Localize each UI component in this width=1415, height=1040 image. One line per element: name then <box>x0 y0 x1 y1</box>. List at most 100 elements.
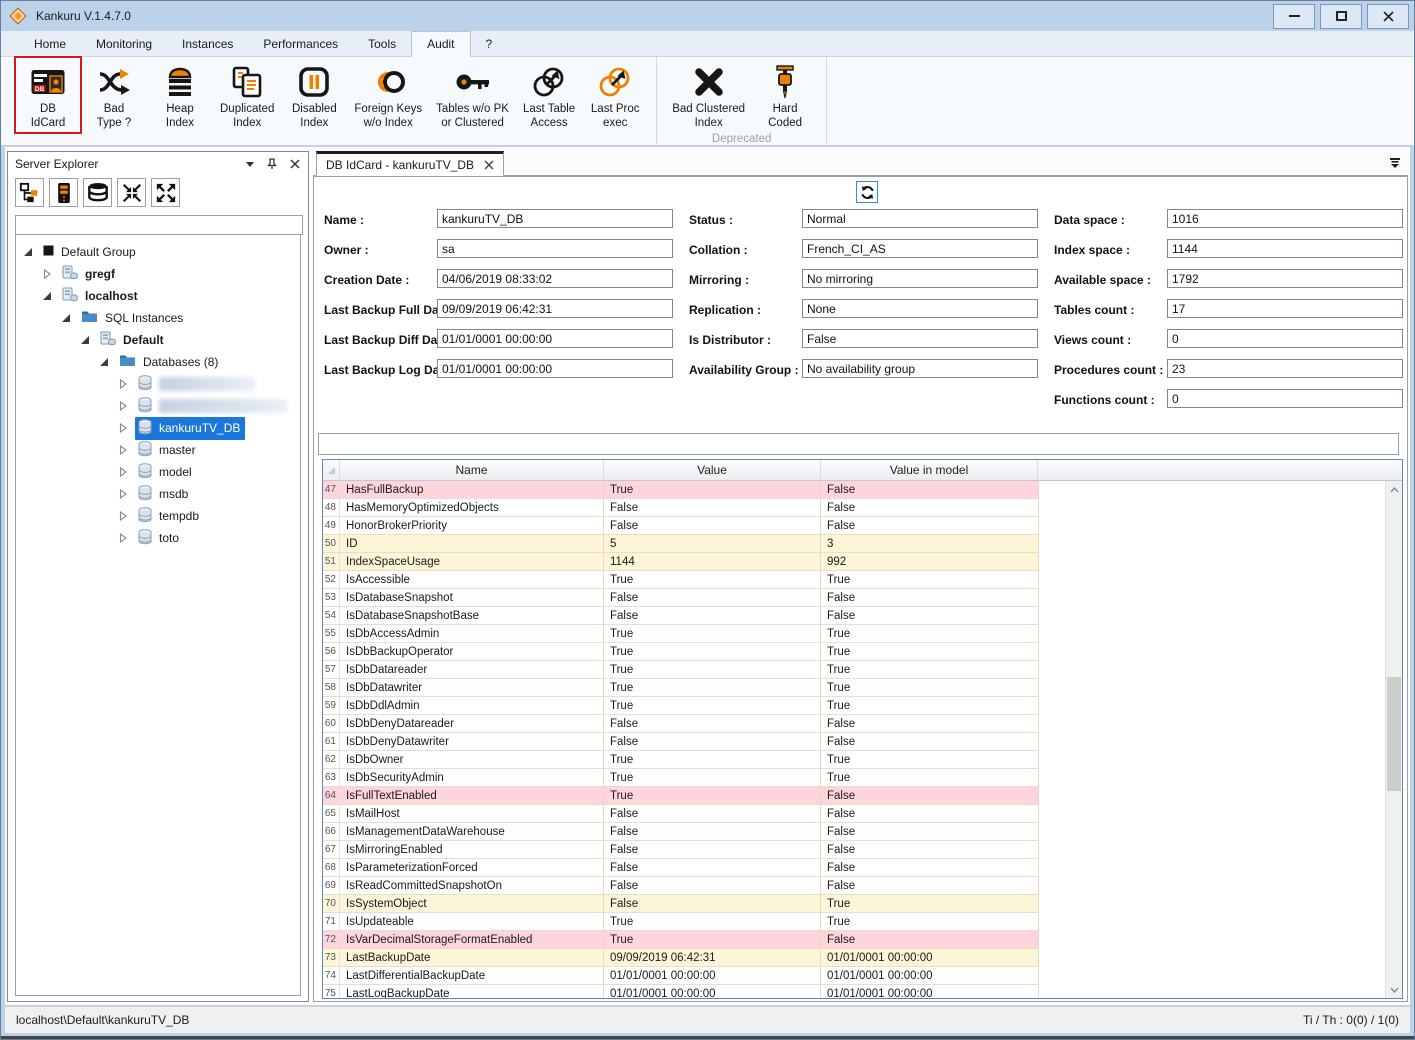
expand-all-button[interactable] <box>151 178 180 207</box>
table-row[interactable]: 49 HonorBrokerPriority False False <box>323 517 1039 535</box>
ribbon-tab-audit[interactable]: Audit <box>411 31 471 57</box>
tool-last-table-access[interactable]: Last Table Access <box>516 57 582 133</box>
grid-filter-input[interactable] <box>318 433 1399 455</box>
tree-item-toto[interactable]: toto <box>16 527 300 549</box>
close-tab-icon[interactable] <box>484 159 494 170</box>
tab-list-dropdown-icon[interactable] <box>1389 158 1401 169</box>
table-row[interactable]: 66 IsManagementDataWarehouse False False <box>323 823 1039 841</box>
index-space-field[interactable] <box>1167 239 1403 258</box>
ribbon-tab-instances[interactable]: Instances <box>167 32 248 56</box>
collapse-all-button[interactable] <box>117 178 146 207</box>
collapsed-expander-icon[interactable] <box>117 423 128 434</box>
collation-field[interactable] <box>802 239 1038 258</box>
maximize-button[interactable] <box>1320 3 1362 29</box>
table-row[interactable]: 65 IsMailHost False False <box>323 805 1039 823</box>
table-row[interactable]: 67 IsMirroringEnabled False False <box>323 841 1039 859</box>
availability-group-field[interactable] <box>802 359 1038 378</box>
tree-item-master[interactable]: master <box>16 439 300 461</box>
close-panel-icon[interactable] <box>290 159 300 169</box>
tool-disabled-index[interactable]: Disabled Index <box>281 57 347 133</box>
table-row[interactable]: 52 IsAccessible True True <box>323 571 1039 589</box>
table-row[interactable]: 59 IsDbDdlAdmin True True <box>323 697 1039 715</box>
column-header-value[interactable]: Value <box>604 460 821 480</box>
grid-vertical-scrollbar[interactable] <box>1385 481 1402 998</box>
collapsed-expander-icon[interactable] <box>41 269 52 280</box>
tool-duplicated-index[interactable]: Duplicated Index <box>213 57 281 133</box>
table-row[interactable]: 71 IsUpdateable True True <box>323 913 1039 931</box>
tree-item-default[interactable]: Default <box>16 329 300 351</box>
procedures-count-field[interactable] <box>1167 359 1403 378</box>
table-row[interactable]: 64 IsFullTextEnabled True False <box>323 787 1039 805</box>
replication-field[interactable] <box>802 299 1038 318</box>
functions-count-field[interactable] <box>1167 389 1403 408</box>
column-header-value-in-model[interactable]: Value in model <box>821 460 1038 480</box>
tree-item-databases-8[interactable]: Databases (8) <box>16 351 300 373</box>
table-row[interactable]: 73 LastBackupDate 09/09/2019 06:42:31 01/01… <box>323 949 1039 967</box>
expanded-expander-icon[interactable] <box>60 313 71 324</box>
scroll-up-button[interactable] <box>1386 481 1402 498</box>
name-field[interactable] <box>437 209 673 228</box>
tool-hard-coded[interactable]: Hard Coded <box>752 57 818 133</box>
close-button[interactable] <box>1367 3 1409 29</box>
scrollbar-thumb[interactable] <box>1387 677 1401 792</box>
table-row[interactable]: 70 IsSystemObject False True <box>323 895 1039 913</box>
tree-item-hidden[interactable] <box>16 373 300 395</box>
table-row[interactable]: 75 LastLogBackupDate 01/01/0001 00:00:00 01… <box>323 985 1039 998</box>
server-view-button[interactable] <box>49 178 78 207</box>
ribbon-tab-item[interactable]: ? <box>471 32 508 56</box>
tree-item-msdb[interactable]: msdb <box>16 483 300 505</box>
ribbon-tab-home[interactable]: Home <box>19 32 81 56</box>
tool-heap-index[interactable]: Heap Index <box>147 57 213 133</box>
tool-foreign-keys-w-o-index[interactable]: Foreign Keys w/o Index <box>347 57 429 133</box>
table-row[interactable]: 54 IsDatabaseSnapshotBase False False <box>323 607 1039 625</box>
minimize-button[interactable] <box>1273 3 1315 29</box>
table-row[interactable]: 58 IsDbDatawriter True True <box>323 679 1039 697</box>
last-backup-log-da-field[interactable] <box>437 359 673 378</box>
expanded-expander-icon[interactable] <box>22 247 33 258</box>
tree-item-sql-instances[interactable]: SQL Instances <box>16 307 300 329</box>
last-backup-full-dat-field[interactable] <box>437 299 673 318</box>
ribbon-tab-performances[interactable]: Performances <box>248 32 353 56</box>
tree-item-hidden[interactable] <box>16 395 300 417</box>
table-row[interactable]: 48 HasMemoryOptimizedObjects False False <box>323 499 1039 517</box>
tree-item-gregf[interactable]: gregf <box>16 263 300 285</box>
tool-bad-clustered-index[interactable]: Bad Clustered Index <box>665 57 752 133</box>
tool-tables-w-o-pk-or-clustered[interactable]: Tables w/o PK or Clustered <box>429 57 516 133</box>
window-position-icon[interactable] <box>246 161 254 167</box>
tree-item-tempdb[interactable]: tempdb <box>16 505 300 527</box>
table-row[interactable]: 57 IsDbDatareader True True <box>323 661 1039 679</box>
collapsed-expander-icon[interactable] <box>117 401 128 412</box>
table-row[interactable]: 74 LastDifferentialBackupDate 01/01/0001 0… <box>323 967 1039 985</box>
table-row[interactable]: 68 IsParameterizationForced False False <box>323 859 1039 877</box>
refresh-button[interactable] <box>856 181 878 203</box>
table-row[interactable]: 55 IsDbAccessAdmin True True <box>323 625 1039 643</box>
database-view-button[interactable] <box>83 178 112 207</box>
tree-item-model[interactable]: model <box>16 461 300 483</box>
table-row[interactable]: 50 ID 5 3 <box>323 535 1039 553</box>
table-row[interactable]: 47 HasFullBackup True False <box>323 481 1039 499</box>
table-row[interactable]: 72 IsVarDecimalStorageFormatEnabled True Fa… <box>323 931 1039 949</box>
ribbon-tab-tools[interactable]: Tools <box>353 32 411 56</box>
collapsed-expander-icon[interactable] <box>117 379 128 390</box>
column-header-name[interactable]: Name <box>340 460 604 480</box>
tool-last-proc-exec[interactable]: Last Proc exec <box>582 57 648 133</box>
status-field[interactable] <box>802 209 1038 228</box>
collapsed-expander-icon[interactable] <box>117 533 128 544</box>
data-space-field[interactable] <box>1167 209 1403 228</box>
views-count-field[interactable] <box>1167 329 1403 348</box>
table-row[interactable]: 56 IsDbBackupOperator True True <box>323 643 1039 661</box>
group-view-button[interactable] <box>15 178 44 207</box>
owner-field[interactable] <box>437 239 673 258</box>
expanded-expander-icon[interactable] <box>98 357 109 368</box>
table-row[interactable]: 69 IsReadCommittedSnapshotOn False False <box>323 877 1039 895</box>
tool-db-idcard[interactable]: DB DB IdCard <box>14 56 82 134</box>
tree-item-kankurutv-db[interactable]: kankuruTV_DB <box>16 416 300 440</box>
expanded-expander-icon[interactable] <box>41 291 52 302</box>
table-row[interactable]: 60 IsDbDenyDatareader False False <box>323 715 1039 733</box>
last-backup-diff-da-field[interactable] <box>437 329 673 348</box>
table-row[interactable]: 51 IndexSpaceUsage 1144 992 <box>323 553 1039 571</box>
tab-db-idcard[interactable]: DB IdCard - kankuruTV_DB <box>316 151 505 176</box>
collapsed-expander-icon[interactable] <box>117 489 128 500</box>
is-distributor-field[interactable] <box>802 329 1038 348</box>
tool-bad-type[interactable]: Bad Type ? <box>81 57 147 133</box>
